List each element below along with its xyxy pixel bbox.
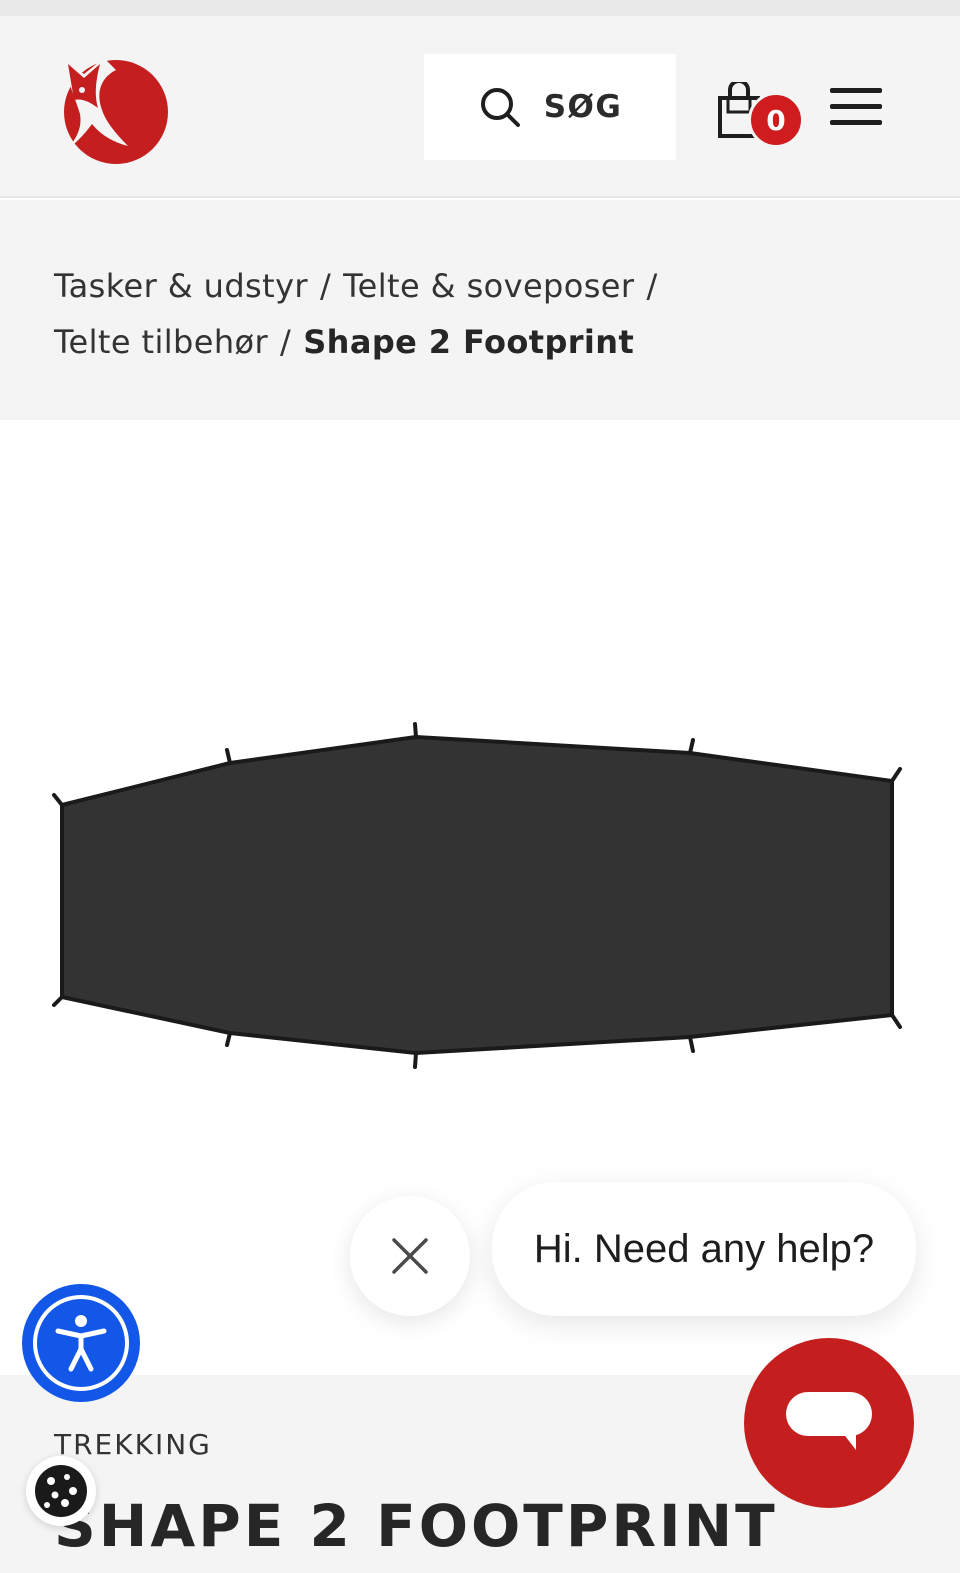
breadcrumb-separator: / <box>319 267 332 305</box>
close-icon <box>392 1238 428 1274</box>
site-header: SØG 0 <box>0 16 960 198</box>
hamburger-menu-icon <box>830 88 882 93</box>
accessibility-person-icon <box>55 1315 107 1372</box>
chat-launcher-button[interactable] <box>744 1338 914 1508</box>
search-label: SØG <box>543 89 623 125</box>
breadcrumb-item-tent-accessories[interactable]: Telte tilbehør <box>54 323 268 361</box>
breadcrumb: Tasker & udstyr / Telte & soveposer / Telte… <box>0 200 960 420</box>
breadcrumb-separator: / <box>280 323 292 361</box>
status-strip <box>0 0 960 16</box>
search-button[interactable]: SØG <box>424 54 676 160</box>
breadcrumb-current: Shape 2 Footprint <box>303 323 635 361</box>
cart-count-badge: 0 <box>748 92 804 148</box>
breadcrumb-line-1: Tasker & udstyr / Telte & soveposer / <box>54 258 960 314</box>
chat-greeting-text: Hi. Need any help? <box>533 1226 875 1271</box>
fox-logo-icon <box>64 58 168 164</box>
cookie-icon <box>35 1465 87 1517</box>
breadcrumb-item-tents-sleeping-bags[interactable]: Telte & soveposer <box>343 267 634 305</box>
accessibility-button[interactable] <box>22 1284 140 1402</box>
menu-button[interactable] <box>828 86 884 130</box>
chat-bubble-icon <box>786 1392 872 1450</box>
cookie-settings-button[interactable] <box>26 1456 96 1526</box>
breadcrumb-line-2: Telte tilbehør / Shape 2 Footprint <box>54 314 960 370</box>
breadcrumb-separator: / <box>646 267 658 305</box>
chat-dismiss-button[interactable] <box>350 1196 470 1316</box>
tent-footprint-image <box>52 722 902 1069</box>
brand-logo[interactable] <box>56 50 168 168</box>
cart-button[interactable]: 0 <box>712 76 812 156</box>
chat-greeting-bubble[interactable]: Hi. Need any help? <box>492 1182 916 1316</box>
breadcrumb-item-bags-equipment[interactable]: Tasker & udstyr <box>54 267 308 305</box>
search-icon <box>480 88 520 127</box>
product-category: TREKKING <box>54 1428 212 1461</box>
